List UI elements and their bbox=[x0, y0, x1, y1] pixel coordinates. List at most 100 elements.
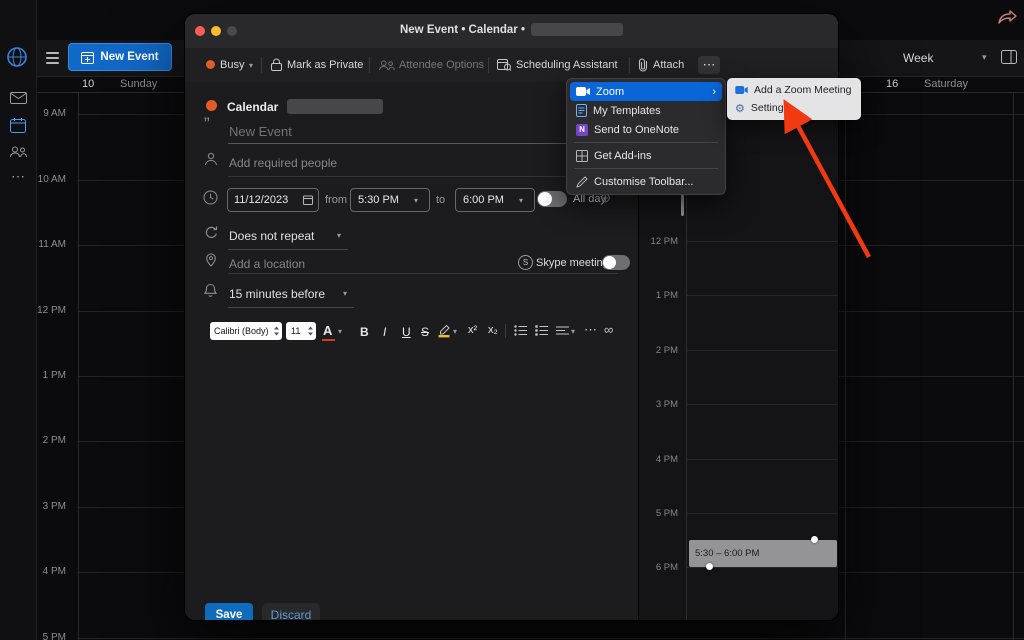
field-underline bbox=[228, 176, 618, 177]
submenu-item-add-zoom-meeting[interactable]: Add a Zoom Meeting bbox=[730, 81, 858, 99]
zoom-submenu: Add a Zoom Meeting ⚙ Settings bbox=[727, 78, 861, 120]
start-time-value: 5:30 PM bbox=[358, 194, 399, 206]
toggle-knob bbox=[603, 256, 616, 269]
split-view-icon[interactable] bbox=[1001, 50, 1017, 64]
submenu-item-label: Add a Zoom Meeting bbox=[754, 84, 852, 96]
toolbar-separator bbox=[369, 57, 370, 73]
align-text-icon[interactable] bbox=[556, 326, 569, 335]
new-event-button-label: New Event bbox=[100, 51, 159, 63]
menu-separator bbox=[574, 168, 718, 169]
paperclip-icon bbox=[637, 58, 649, 72]
subscript-button[interactable]: x₂ bbox=[488, 324, 498, 336]
stepper-icon bbox=[307, 325, 314, 337]
attendee-people-icon bbox=[378, 60, 395, 71]
submenu-arrow-icon: › bbox=[712, 85, 716, 98]
pencil-icon bbox=[576, 175, 588, 188]
panel-grid-line bbox=[687, 404, 838, 405]
panel-grid-line bbox=[687, 350, 838, 351]
event-time-range: 5:30 – 6:00 PM bbox=[695, 548, 760, 559]
insert-link-icon[interactable]: ∞ bbox=[604, 322, 613, 337]
toolbar-separator bbox=[261, 57, 262, 73]
app-logo-globe-icon[interactable] bbox=[6, 46, 28, 68]
chevron-down-icon[interactable]: ▾ bbox=[453, 327, 457, 336]
more-toolbar-options-button[interactable]: ⋯ bbox=[698, 56, 720, 74]
more-options-menu: Zoom › My Templates N Send to OneNote Ge… bbox=[566, 78, 726, 195]
highlighter-icon[interactable] bbox=[437, 323, 451, 338]
all-day-toggle[interactable] bbox=[537, 191, 567, 207]
end-time-picker[interactable]: 6:00 PM ▾ bbox=[455, 188, 535, 212]
date-picker[interactable]: 11/12/2023 bbox=[227, 188, 319, 212]
chevron-down-icon[interactable]: ▾ bbox=[982, 52, 987, 63]
strikethrough-button[interactable]: S bbox=[421, 325, 429, 339]
required-people-input[interactable]: Add required people bbox=[229, 156, 337, 170]
numbered-list-icon[interactable] bbox=[535, 325, 549, 336]
mark-as-private-button[interactable]: Mark as Private bbox=[287, 59, 363, 71]
superscript-button[interactable]: x² bbox=[468, 324, 477, 336]
panel-grid-line bbox=[687, 513, 838, 514]
view-selector-week[interactable]: Week bbox=[903, 51, 933, 65]
repeat-selector[interactable]: Does not repeat bbox=[229, 229, 314, 243]
end-time-value: 6:00 PM bbox=[463, 194, 504, 206]
menu-item-zoom[interactable]: Zoom › bbox=[570, 82, 722, 101]
italic-button[interactable]: I bbox=[383, 325, 386, 339]
menu-item-label: Get Add-ins bbox=[594, 149, 652, 162]
attach-button[interactable]: Attach bbox=[653, 59, 684, 71]
underline-button[interactable]: U bbox=[402, 325, 411, 339]
chevron-down-icon[interactable]: ▾ bbox=[571, 327, 575, 336]
bold-button[interactable]: B bbox=[360, 325, 369, 339]
day-header-number: 10 bbox=[82, 78, 95, 90]
field-underline bbox=[228, 249, 348, 250]
calendar-icon[interactable] bbox=[10, 118, 26, 133]
grid-column-line bbox=[1013, 92, 1014, 640]
panel-grid-line bbox=[687, 295, 838, 296]
attendee-options-button[interactable]: Attendee Options bbox=[399, 59, 484, 71]
menu-item-get-add-ins[interactable]: Get Add-ins bbox=[570, 146, 722, 165]
font-family-select[interactable]: Calibri (Body) bbox=[210, 322, 282, 340]
field-underline bbox=[228, 143, 618, 144]
font-color-button[interactable]: A bbox=[323, 323, 332, 338]
panel-time-label: 2 PM bbox=[655, 345, 678, 356]
font-size-value: 11 bbox=[291, 326, 301, 336]
grid-column-line bbox=[845, 92, 846, 640]
panel-time-label: 5 PM bbox=[655, 508, 678, 519]
redacted-calendar-value bbox=[287, 99, 383, 114]
event-title-input[interactable]: New Event bbox=[229, 124, 292, 139]
mail-icon[interactable] bbox=[10, 92, 27, 104]
bullet-list-icon[interactable] bbox=[514, 325, 528, 336]
event-resize-handle-bottom[interactable] bbox=[706, 563, 713, 570]
menu-item-my-templates[interactable]: My Templates bbox=[570, 101, 722, 120]
toggle-knob bbox=[538, 192, 552, 206]
new-event-button[interactable]: New Event bbox=[68, 43, 172, 71]
font-size-select[interactable]: 11 bbox=[286, 322, 316, 340]
busy-selector[interactable]: Busy bbox=[220, 59, 244, 71]
menu-separator bbox=[574, 142, 718, 143]
save-button[interactable]: Save bbox=[205, 603, 253, 620]
hamburger-menu-icon[interactable] bbox=[46, 52, 59, 67]
people-icon[interactable] bbox=[9, 146, 27, 158]
chevron-down-icon[interactable]: ▾ bbox=[338, 327, 342, 336]
to-label: to bbox=[436, 194, 446, 206]
location-input[interactable]: Add a location bbox=[229, 257, 305, 271]
share-arrow-icon[interactable] bbox=[998, 9, 1018, 25]
busy-status-dot bbox=[206, 60, 215, 69]
skype-meeting-toggle[interactable] bbox=[602, 255, 630, 270]
reminder-selector[interactable]: 15 minutes before bbox=[229, 287, 325, 301]
scheduling-assistant-button[interactable]: Scheduling Assistant bbox=[516, 59, 618, 71]
chevron-down-icon: ▾ bbox=[337, 231, 342, 240]
format-separator bbox=[505, 324, 506, 338]
discard-button[interactable]: Discard bbox=[262, 603, 320, 620]
event-resize-handle-top[interactable] bbox=[811, 536, 818, 543]
menu-item-label: Customise Toolbar... bbox=[594, 175, 694, 188]
start-time-picker[interactable]: 5:30 PM ▾ bbox=[350, 188, 430, 212]
menu-item-label: My Templates bbox=[593, 104, 661, 117]
more-apps-icon[interactable]: ⋯ bbox=[11, 168, 25, 185]
camera-icon bbox=[735, 86, 748, 94]
submenu-item-settings[interactable]: ⚙ Settings bbox=[730, 99, 858, 117]
clock-icon bbox=[203, 190, 218, 205]
menu-item-customise-toolbar[interactable]: Customise Toolbar... bbox=[570, 172, 722, 191]
more-format-options-icon[interactable]: ⋯ bbox=[584, 322, 597, 338]
font-color-bar bbox=[322, 339, 335, 341]
field-underline bbox=[228, 307, 354, 308]
menu-item-label: Zoom bbox=[596, 85, 625, 98]
menu-item-send-to-onenote[interactable]: N Send to OneNote bbox=[570, 120, 722, 139]
